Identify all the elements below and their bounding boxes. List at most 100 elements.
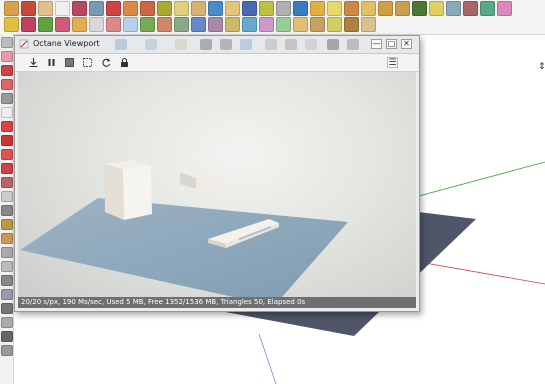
text-icon[interactable] [208,1,223,16]
styles-icon[interactable] [446,1,461,16]
axes-tool-icon[interactable] [1,233,13,244]
walk-icon[interactable] [361,1,376,16]
zoom-window-icon[interactable] [293,1,308,16]
maximize-button[interactable]: □ [386,39,397,49]
window-title: Octane Viewport [33,39,100,48]
render-preset-icon [115,39,127,50]
orbit-tool-icon[interactable] [1,261,13,272]
warehouse-icon[interactable] [327,17,342,32]
polygon-icon[interactable] [89,1,104,16]
left-view-icon[interactable] [225,17,240,32]
select-icon[interactable] [4,17,19,32]
section-tool-icon[interactable] [1,345,13,356]
render-viewport[interactable]: 20/20 s/px, 190 Ms/sec, Used 5 MB, Free … [18,72,416,308]
menu-button[interactable]: ☰ [387,57,398,68]
toolbar-row-bottom [4,17,376,33]
octane-render-icon[interactable] [361,17,376,32]
push-pull-icon[interactable] [72,17,87,32]
extension-icon[interactable] [344,17,359,32]
layers-icon[interactable] [463,1,478,16]
octane-viewport-window: Octane Viewport — □ ✕ ☰ 20/20 s/px, 190 … [14,35,420,312]
push-pull-tool-icon[interactable] [1,135,13,146]
follow-me-icon[interactable] [89,17,104,32]
scale-tool-icon[interactable] [1,177,13,188]
top-view-icon[interactable] [157,17,172,32]
close-button[interactable]: ✕ [401,39,412,49]
orbit-icon[interactable] [242,1,257,16]
intersect-icon[interactable] [106,17,121,32]
text-tool-icon[interactable] [1,219,13,230]
offset-tool-icon[interactable] [1,191,13,202]
arc-tool-icon[interactable] [1,93,13,104]
scale-icon[interactable] [140,1,155,16]
dimension-icon[interactable] [191,1,206,16]
circle-tool-icon[interactable] [1,107,13,118]
blue-axis [258,333,277,384]
settings-icon [305,39,317,50]
circle-icon[interactable] [55,1,70,16]
line-tool-icon[interactable] [1,79,13,90]
wireframe-icon[interactable] [259,17,274,32]
grid-icon[interactable] [64,57,75,68]
pause-icon[interactable] [46,57,57,68]
tape-tool-icon[interactable] [1,205,13,216]
shadows-icon[interactable] [497,1,512,16]
paint-tool-icon[interactable] [1,247,13,258]
window-titlebar[interactable]: Octane Viewport — □ ✕ [15,36,419,54]
lock-icon[interactable] [119,57,130,68]
zoom-extents-icon[interactable] [310,1,325,16]
axes-icon[interactable] [225,1,240,16]
zoom-tool-icon[interactable] [1,289,13,300]
rotate-icon[interactable] [123,1,138,16]
look-around-icon[interactable] [378,1,393,16]
components-icon[interactable] [412,1,427,16]
back-view-icon[interactable] [208,17,223,32]
front-view-icon[interactable] [174,17,189,32]
eraser-tool-icon[interactable] [1,51,13,62]
line-icon[interactable] [21,1,36,16]
resize-cursor-icon: ⇕ [538,62,545,72]
rotate-tool-icon[interactable] [1,149,13,160]
walk-tool-icon[interactable] [1,317,13,328]
pan-tool-icon[interactable] [1,275,13,286]
position-camera-icon[interactable] [344,1,359,16]
eraser-icon[interactable] [55,17,70,32]
download-icon[interactable] [28,57,39,68]
refresh-icon[interactable] [101,57,112,68]
select-tool-icon[interactable] [1,37,13,48]
region-select-icon[interactable] [82,57,93,68]
iso-view-icon[interactable] [140,17,155,32]
offset-icon[interactable] [157,1,172,16]
component-icon[interactable] [21,17,36,32]
zoom-icon[interactable] [276,1,291,16]
rectangle-icon[interactable] [38,1,53,16]
xray-icon[interactable] [242,17,257,32]
pencil-tool-icon[interactable] [1,65,13,76]
materials-icon[interactable] [429,1,444,16]
hidden-line-icon[interactable] [276,17,291,32]
section-plane-icon[interactable] [395,1,410,16]
pan-icon[interactable] [259,1,274,16]
arc-icon[interactable] [72,1,87,16]
previous-view-icon[interactable] [327,1,342,16]
right-view-icon[interactable] [191,17,206,32]
look-tool-icon[interactable] [1,331,13,342]
pencil-icon[interactable] [4,1,19,16]
paint-bucket-icon[interactable] [38,17,53,32]
rendered-scene [20,160,348,306]
minimize-button[interactable]: — [371,39,382,49]
outliner-icon[interactable] [123,17,138,32]
tape-icon[interactable] [174,1,189,16]
shaded-icon[interactable] [293,17,308,32]
scenes-icon[interactable] [480,1,495,16]
zoom-window-tool-icon[interactable] [1,303,13,314]
mesh-icon [265,39,277,50]
follow-me-tool-icon[interactable] [1,163,13,174]
export-icon [347,39,359,50]
move-tool-icon[interactable] [1,121,13,132]
texture-icon [240,39,252,50]
sphere-icon [200,39,212,50]
move-icon[interactable] [106,1,121,16]
sandbox-icon[interactable] [310,17,325,32]
node-icon [327,39,339,50]
